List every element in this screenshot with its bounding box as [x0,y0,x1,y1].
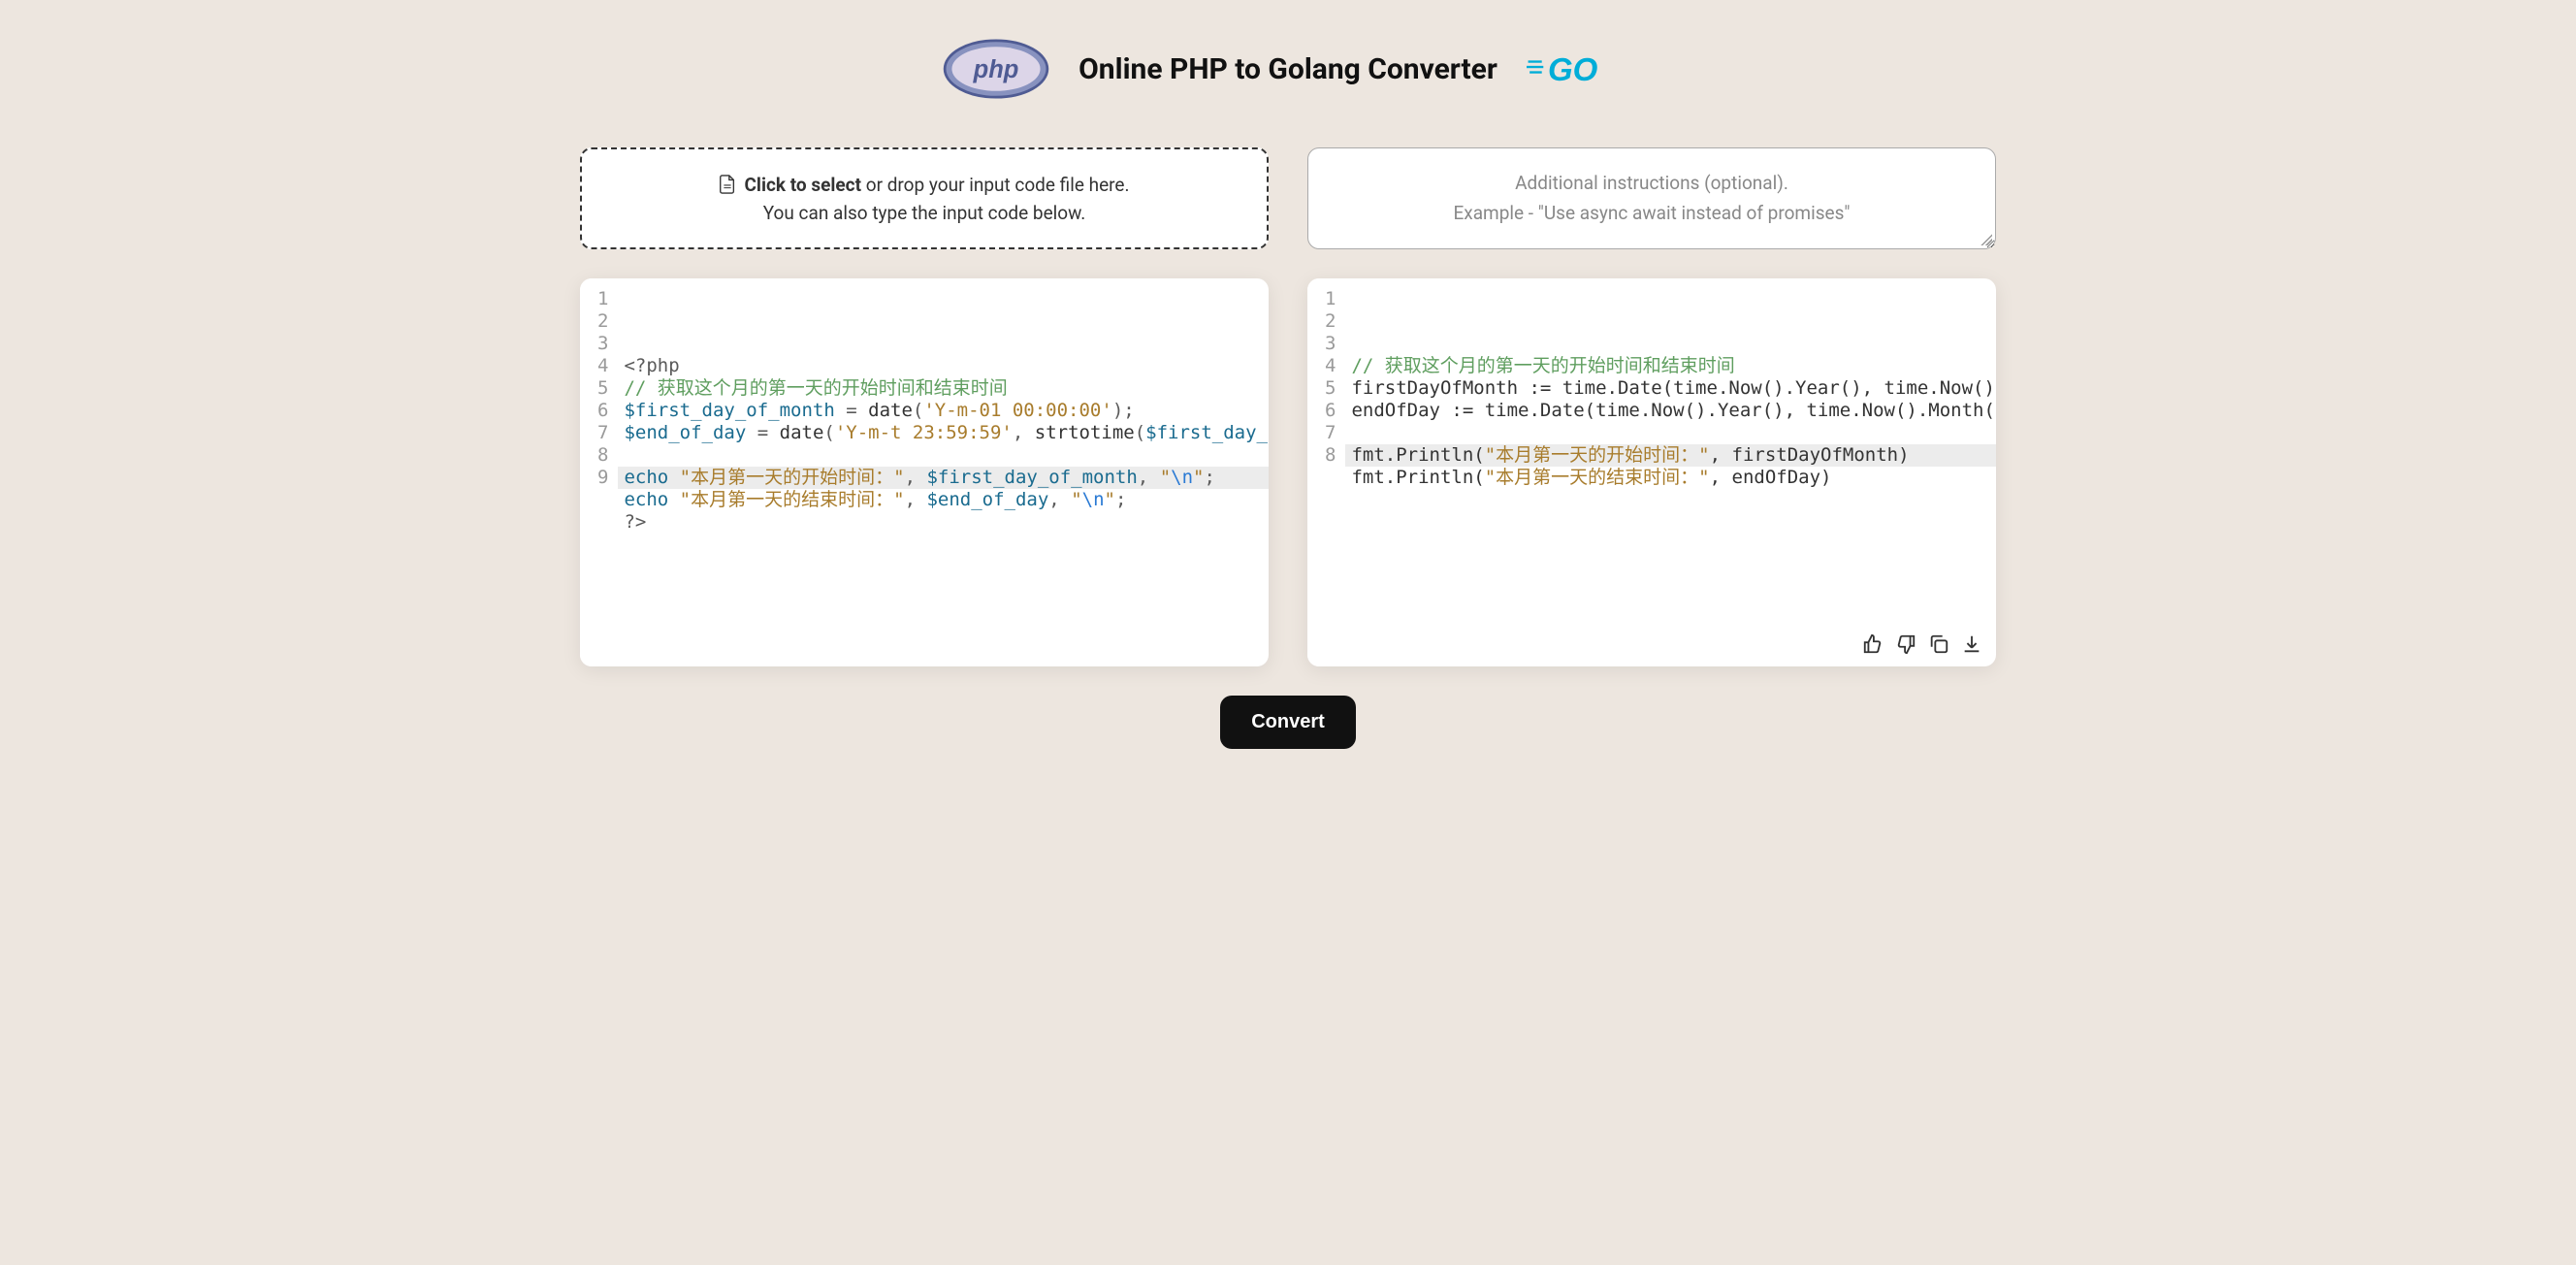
output-code: // 获取这个月的第一天的开始时间和结束时间firstDayOfMonth :=… [1351,355,1986,534]
dropzone-rest: or drop your input code file here. [861,174,1130,196]
copy-icon[interactable] [1928,633,1949,655]
svg-text:GO: GO [1548,51,1598,87]
golang-logo-icon: GO [1527,49,1633,88]
thumbs-up-icon[interactable] [1862,633,1884,655]
php-logo-icon: php [943,39,1049,99]
svg-text:php: php [973,56,1019,83]
output-editor[interactable]: 12345678 // 获取这个月的第一天的开始时间和结束时间firstDayO… [1307,278,1996,666]
download-icon[interactable] [1961,633,1982,655]
output-gutter: 12345678 [1307,278,1345,666]
instructions-placeholder-line1: Additional instructions (optional). [1515,169,1788,198]
convert-button[interactable]: Convert [1220,696,1356,749]
source-gutter: 123456789 [580,278,618,666]
file-dropzone[interactable]: Click to select or drop your input code … [580,147,1269,249]
dropzone-cta: Click to select [744,174,861,196]
file-icon [719,175,736,194]
instructions-placeholder-line2: Example - "Use async await instead of pr… [1454,199,1851,228]
dropzone-line2: You can also type the input code below. [763,202,1086,224]
source-code: <?php// 获取这个月的第一天的开始时间和结束时间$first_day_of… [624,355,1259,556]
source-editor[interactable]: 123456789 <?php// 获取这个月的第一天的开始时间和结束时间$fi… [580,278,1269,666]
page-header: php Online PHP to Golang Converter GO [580,39,1996,99]
instructions-input[interactable]: Additional instructions (optional). Exam… [1307,147,1996,249]
thumbs-down-icon[interactable] [1895,633,1916,655]
page-title: Online PHP to Golang Converter [1079,52,1497,86]
